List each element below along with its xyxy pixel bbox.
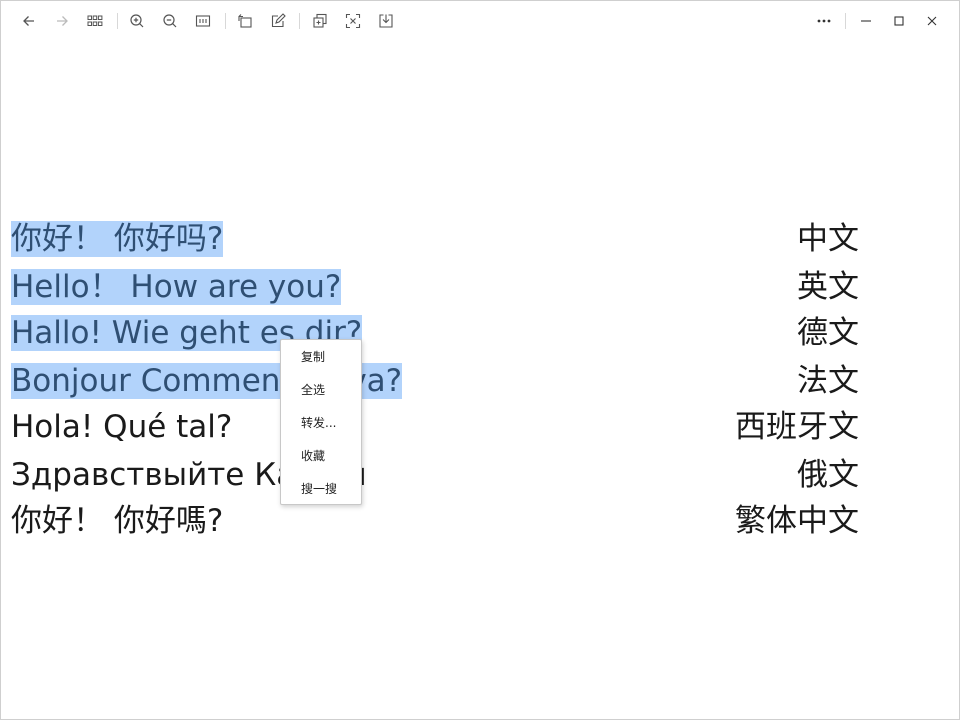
toolbar-divider bbox=[299, 13, 300, 29]
language-label[interactable]: 西班牙文 bbox=[735, 407, 859, 447]
menu-item-select-all[interactable]: 全选 bbox=[281, 375, 361, 405]
download-icon[interactable] bbox=[374, 9, 398, 33]
minimize-icon[interactable] bbox=[854, 9, 878, 33]
toolbar bbox=[1, 1, 959, 41]
forward-arrow-icon[interactable] bbox=[50, 9, 74, 33]
copy-icon[interactable] bbox=[308, 9, 332, 33]
text-extract-icon[interactable] bbox=[341, 9, 365, 33]
language-label[interactable]: 英文 bbox=[797, 267, 859, 307]
edit-icon[interactable] bbox=[266, 9, 290, 33]
grid-icon[interactable] bbox=[83, 9, 107, 33]
language-label[interactable]: 法文 bbox=[797, 361, 859, 401]
context-menu: 复制 全选 转发... 收藏 搜一搜 bbox=[280, 339, 362, 505]
back-arrow-icon[interactable] bbox=[17, 9, 41, 33]
rotate-icon[interactable] bbox=[233, 9, 257, 33]
toolbar-divider bbox=[845, 13, 846, 29]
menu-item-copy[interactable]: 复制 bbox=[281, 342, 361, 372]
menu-item-forward[interactable]: 转发... bbox=[281, 408, 361, 438]
zoom-in-icon[interactable] bbox=[125, 9, 149, 33]
text-line[interactable]: 你好！ 你好吗? bbox=[11, 219, 224, 259]
menu-item-favorite[interactable]: 收藏 bbox=[281, 441, 361, 471]
close-icon[interactable] bbox=[920, 9, 944, 33]
language-label[interactable]: 繁体中文 bbox=[735, 501, 859, 541]
toolbar-divider bbox=[117, 13, 118, 29]
image-viewer-window: 你好！ 你好吗? Hello！ How are you? Hallo! Wie … bbox=[0, 0, 960, 720]
language-label[interactable]: 中文 bbox=[797, 219, 859, 259]
language-label[interactable]: 俄文 bbox=[797, 455, 859, 495]
line-text[interactable]: 你好！ 你好嗎? bbox=[11, 503, 223, 539]
menu-item-search[interactable]: 搜一搜 bbox=[281, 474, 361, 504]
line-text[interactable]: Hola! Qué tal? bbox=[11, 409, 232, 445]
selected-text[interactable]: 你好！ 你好吗? bbox=[11, 221, 224, 257]
more-icon[interactable] bbox=[812, 9, 836, 33]
text-line[interactable]: Hola! Qué tal? bbox=[11, 407, 232, 447]
fit-width-icon[interactable] bbox=[191, 9, 215, 33]
text-line[interactable]: 你好！ 你好嗎? bbox=[11, 501, 223, 541]
image-canvas: 你好！ 你好吗? Hello！ How are you? Hallo! Wie … bbox=[1, 41, 959, 719]
zoom-out-icon[interactable] bbox=[158, 9, 182, 33]
selected-text[interactable]: Hello！ How are you? bbox=[11, 269, 342, 305]
maximize-icon[interactable] bbox=[887, 9, 911, 33]
toolbar-divider bbox=[225, 13, 226, 29]
language-label[interactable]: 德文 bbox=[797, 313, 859, 353]
text-line[interactable]: Hello！ How are you? bbox=[11, 267, 342, 307]
